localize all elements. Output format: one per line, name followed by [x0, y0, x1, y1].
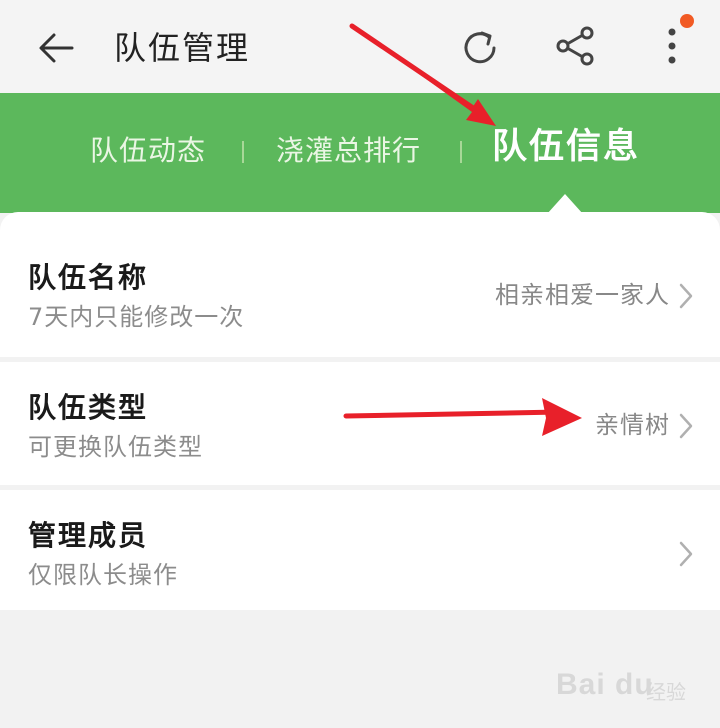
- baidu-watermark-suffix: 经验: [646, 680, 686, 704]
- tab-separator: [242, 141, 244, 163]
- refresh-icon[interactable]: [456, 24, 504, 72]
- row-subtitle: 可更换队伍类型: [28, 433, 203, 461]
- tab-team-activity[interactable]: 队伍动态: [90, 131, 206, 171]
- row-value: 相亲相爱一家人: [495, 281, 670, 309]
- row-subtitle: 7天内只能修改一次: [28, 303, 245, 331]
- chevron-right-icon: [679, 541, 693, 567]
- team-type-row[interactable]: 队伍类型 可更换队伍类型 亲情树: [0, 362, 720, 488]
- back-arrow-icon[interactable]: [36, 28, 76, 68]
- chevron-right-icon: [679, 283, 693, 309]
- tab-bar: 队伍动态 浇灌总排行 队伍信息: [0, 93, 720, 214]
- app-header: 队伍管理: [0, 0, 720, 93]
- active-tab-indicator: [547, 194, 583, 214]
- baidu-watermark: Bai du: [556, 668, 654, 701]
- team-name-row[interactable]: 队伍名称 7天内只能修改一次 相亲相爱一家人: [0, 232, 720, 358]
- more-vertical-icon[interactable]: [650, 18, 700, 74]
- page-title: 队伍管理: [114, 29, 251, 67]
- chevron-right-icon: [679, 413, 693, 439]
- notification-dot: [680, 14, 694, 28]
- row-subtitle: 仅限队长操作: [28, 561, 178, 589]
- tab-team-info[interactable]: 队伍信息: [492, 127, 640, 167]
- row-value: 亲情树: [595, 411, 670, 439]
- manage-members-row[interactable]: 管理成员 仅限队长操作: [0, 490, 720, 616]
- tab-watering-ranking[interactable]: 浇灌总排行: [276, 131, 421, 171]
- row-title: 队伍名称: [28, 261, 149, 294]
- share-icon[interactable]: [552, 22, 600, 70]
- row-title: 管理成员: [28, 519, 149, 552]
- tab-separator: [460, 141, 462, 163]
- row-title: 队伍类型: [28, 391, 149, 424]
